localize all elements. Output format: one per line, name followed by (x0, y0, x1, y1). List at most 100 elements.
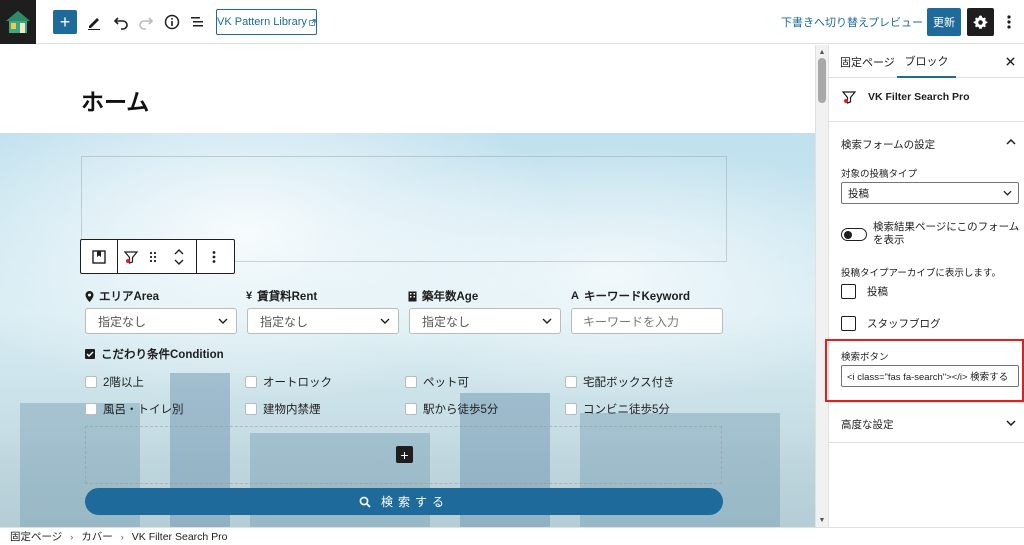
toggle-knob (844, 230, 852, 239)
yen-icon: ¥ (246, 290, 253, 302)
checkbox-box[interactable] (841, 316, 856, 331)
expand-advanced-button[interactable] (1005, 417, 1017, 429)
area-select-value: 指定なし (98, 314, 147, 329)
plus-icon: + (400, 446, 409, 463)
details-button[interactable] (160, 10, 184, 34)
condition-checkbox[interactable]: 宅配ボックス付き (565, 374, 675, 390)
house-icon (6, 11, 30, 33)
pattern-library-label: VK Pattern Library (217, 16, 307, 28)
condition-label: 2階以上 (103, 377, 144, 389)
undo-button[interactable] (109, 10, 133, 34)
condition-label: 建物内禁煙 (263, 404, 321, 416)
checkbox-box[interactable] (405, 403, 417, 415)
condition-label: オートロック (263, 377, 332, 389)
update-button[interactable]: 更新 (927, 8, 961, 36)
archive-option-staff-blog[interactable]: スタッフブログ (841, 316, 941, 331)
checkbox-box[interactable] (405, 376, 417, 388)
tools-button[interactable] (82, 10, 106, 34)
show-form-on-results-toggle[interactable] (841, 228, 867, 241)
rent-select[interactable]: 指定なし (247, 308, 399, 334)
list-view-button[interactable] (185, 10, 209, 34)
rent-label-text: 賃貸料Rent (257, 291, 318, 303)
age-label-text: 築年数Age (422, 291, 479, 303)
checkbox-checked-icon (85, 349, 95, 359)
condition-checkbox[interactable]: ペット可 (405, 374, 469, 390)
advanced-panel-title[interactable]: 高度な設定 (841, 417, 894, 432)
archive-option-label: スタッフブログ (867, 318, 941, 330)
block-options-button[interactable] (197, 240, 231, 273)
scroll-up-arrow[interactable]: ▲ (817, 47, 827, 57)
search-button-label: 検索する (380, 495, 449, 509)
block-type-button[interactable] (81, 240, 117, 273)
options-button[interactable] (1000, 12, 1018, 32)
checkbox-box[interactable] (245, 376, 257, 388)
redo-button[interactable] (134, 10, 158, 34)
chevron-down-icon (1003, 190, 1012, 196)
condition-checkbox[interactable]: 風呂・トイレ別 (85, 401, 184, 417)
keyword-label-text: キーワードKeyword (583, 291, 691, 303)
post-type-label: 対象の投稿タイプ (841, 169, 918, 180)
checkbox-box[interactable] (841, 284, 856, 299)
drag-handle[interactable] (144, 240, 162, 273)
editor-top-toolbar: + VK Pattern Library 下書きへ切り替え プレビュー 更新 (0, 0, 1024, 44)
parent-block-button[interactable] (118, 240, 144, 273)
post-type-select[interactable]: 投稿 (841, 182, 1019, 204)
post-type-value: 投稿 (848, 187, 869, 200)
external-link-icon (309, 18, 316, 26)
canvas-scrollbar[interactable] (815, 45, 828, 527)
block-inserter-button[interactable]: + (53, 10, 77, 34)
area-select[interactable]: 指定なし (85, 308, 237, 334)
condition-checkbox[interactable]: コンビニ徒歩5分 (565, 401, 670, 417)
font-icon: A (571, 290, 579, 302)
condition-label: 風呂・トイレ別 (103, 404, 184, 416)
settings-button[interactable] (967, 8, 994, 36)
drag-icon (149, 251, 157, 262)
chevron-down-icon (218, 318, 228, 324)
divider (829, 121, 1024, 122)
more-vertical-icon (1007, 15, 1011, 29)
move-up-down-button[interactable] (162, 240, 196, 273)
search-icon (359, 496, 371, 508)
archive-option-post[interactable]: 投稿 (841, 284, 888, 299)
chevron-right-icon: › (70, 531, 74, 542)
collapse-panel-button[interactable] (1005, 136, 1017, 148)
divider (829, 402, 1024, 403)
scrollbar-thumb[interactable] (818, 58, 826, 103)
inline-block-inserter[interactable]: + (396, 446, 413, 463)
condition-checkbox[interactable]: 建物内禁煙 (245, 401, 321, 417)
condition-checkbox[interactable]: オートロック (245, 374, 332, 390)
age-field-label: 築年数Age (408, 288, 478, 304)
chevron-down-icon (542, 318, 552, 324)
search-submit-button[interactable]: 検索する (85, 488, 723, 515)
condition-title-text: こだわり条件Condition (101, 349, 224, 361)
condition-checkbox[interactable]: 2階以上 (85, 374, 144, 390)
checkbox-box[interactable] (85, 403, 97, 415)
search-form-settings-panel-title[interactable]: 検索フォームの設定 (841, 137, 935, 152)
undo-icon (113, 17, 128, 30)
condition-label: 駅から徒歩5分 (423, 404, 499, 416)
condition-checkbox[interactable]: 駅から徒歩5分 (405, 401, 498, 417)
tab-block[interactable]: ブロック (897, 45, 956, 78)
block-card: VK Filter Search Pro (842, 90, 970, 104)
annotation-highlight-box (825, 339, 1024, 402)
tab-page[interactable]: 固定ページ (840, 45, 895, 78)
page-title[interactable]: ホーム (81, 83, 149, 117)
breadcrumb-item[interactable]: カバー (81, 529, 113, 544)
site-icon-button[interactable] (0, 0, 36, 44)
scroll-down-arrow[interactable]: ▼ (817, 515, 827, 525)
checkbox-box[interactable] (565, 403, 577, 415)
close-sidebar-button[interactable] (1003, 54, 1017, 68)
checkbox-box[interactable] (565, 376, 577, 388)
breadcrumb-item[interactable]: VK Filter Search Pro (132, 531, 228, 543)
checkbox-box[interactable] (85, 376, 97, 388)
age-select[interactable]: 指定なし (409, 308, 561, 334)
rent-field-label: ¥ 賃貸料Rent (246, 288, 317, 304)
preview-button[interactable]: プレビュー (868, 14, 923, 30)
breadcrumb-item[interactable]: 固定ページ (10, 529, 62, 544)
keyword-input[interactable]: キーワードを入力 (571, 308, 723, 334)
checkbox-box[interactable] (245, 403, 257, 415)
switch-to-draft-button[interactable]: 下書きへ切り替え (781, 14, 869, 30)
archive-label: 投稿タイプアーカイブに表示します。 (841, 268, 1001, 279)
redo-icon (139, 17, 154, 30)
pattern-library-button[interactable]: VK Pattern Library (216, 9, 317, 35)
